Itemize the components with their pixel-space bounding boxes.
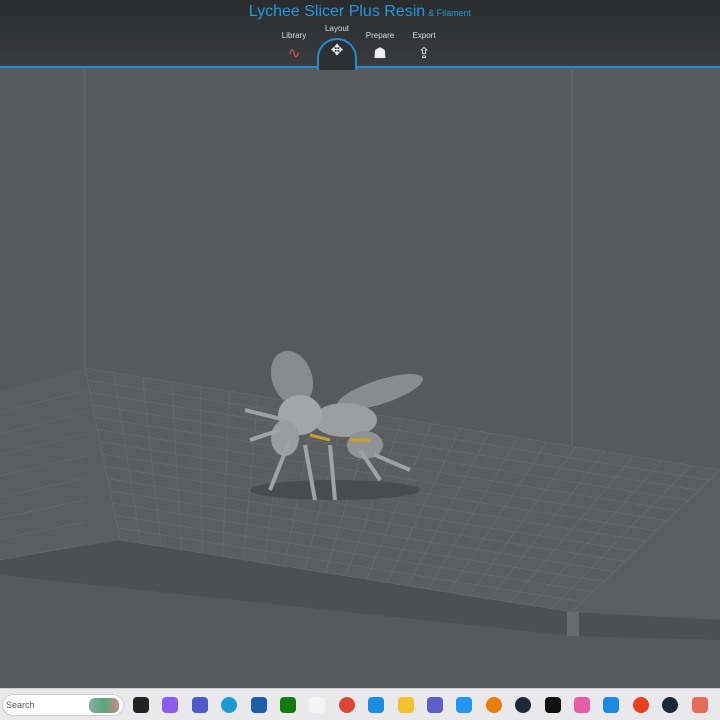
tab-prepare[interactable]: Prepare ☗ xyxy=(358,31,402,62)
chrome-icon[interactable] xyxy=(338,697,355,713)
3d-viewport[interactable] xyxy=(0,70,720,686)
copilot-icon[interactable] xyxy=(162,697,179,713)
edge-icon[interactable] xyxy=(221,697,238,713)
move-icon: ✥ xyxy=(330,42,344,59)
file-explorer-icon[interactable] xyxy=(397,697,414,713)
gem-icon[interactable] xyxy=(603,697,620,713)
export-icon: ⇪ xyxy=(417,45,431,62)
steam-icon[interactable] xyxy=(515,697,532,713)
windows-taskbar: Search xyxy=(0,688,720,720)
file-icon[interactable] xyxy=(309,697,326,713)
itunes-icon[interactable] xyxy=(574,697,590,713)
tab-export[interactable]: Export ⇪ xyxy=(402,31,446,62)
xbox-icon[interactable] xyxy=(280,697,296,713)
messenger-icon[interactable] xyxy=(456,697,473,713)
blender-icon[interactable] xyxy=(485,697,502,713)
terminal-icon[interactable] xyxy=(544,697,561,713)
app-title: Lychee Slicer Plus Resin & Filament xyxy=(248,3,472,20)
tab-layout[interactable]: Layout ✥ xyxy=(315,24,359,59)
vpn-icon[interactable] xyxy=(368,697,385,713)
top-toolbar: Lychee Slicer Plus Resin & Filament Libra… xyxy=(0,0,720,70)
steam-icon-2[interactable] xyxy=(662,697,679,713)
store-icon[interactable] xyxy=(250,697,267,713)
search-input[interactable]: Search xyxy=(2,694,124,716)
teams-icon[interactable] xyxy=(191,697,208,713)
ea-icon[interactable] xyxy=(632,697,649,713)
search-highlight-icon xyxy=(89,698,119,713)
tab-library[interactable]: Library ∿ xyxy=(272,31,316,62)
supports-icon: ☗ xyxy=(373,45,387,62)
apps-grid-icon[interactable] xyxy=(427,697,443,713)
lychee-icon[interactable] xyxy=(691,697,708,713)
library-icon: ∿ xyxy=(287,45,301,62)
task-view-icon[interactable] xyxy=(133,697,149,713)
